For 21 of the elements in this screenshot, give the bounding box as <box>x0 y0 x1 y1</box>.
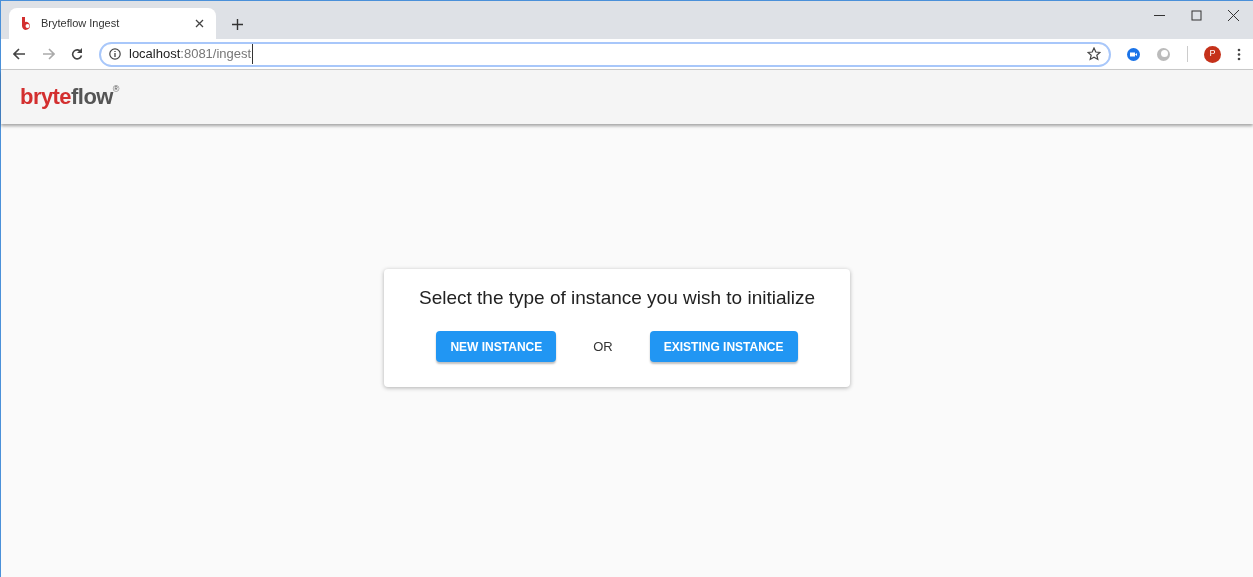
instance-button[interactable]: EXISTING INSTANCE <box>649 331 798 362</box>
menu-icon[interactable] <box>1237 47 1241 61</box>
logo-icon <box>21 16 33 31</box>
profile-avatar[interactable]: P <box>1204 45 1221 63</box>
browser-tab[interactable]: Bryteflow Ingest <box>9 8 216 39</box>
prompt-text: Select the type of instance you wish to initialize <box>418 285 816 310</box>
close-icon[interactable] <box>195 19 204 28</box>
star-icon[interactable] <box>1087 47 1101 61</box>
maximize-icon[interactable] <box>1191 10 1202 21</box>
logo: bryteflow® <box>20 83 119 111</box>
close-icon[interactable] <box>1228 10 1239 21</box>
separator-text: OR <box>593 337 613 356</box>
url-text: localhost:8081/ingest <box>129 44 254 64</box>
video-icon[interactable] <box>1127 47 1140 61</box>
info-icon <box>109 48 121 60</box>
reload-icon[interactable] <box>71 48 83 60</box>
address-bar[interactable]: localhost:8081/ingest <box>99 41 1111 67</box>
new-tab-icon[interactable] <box>232 19 243 30</box>
instance-button[interactable]: NEW INSTANCE <box>436 331 557 362</box>
back-icon[interactable] <box>13 48 26 60</box>
tab-title: Bryteflow Ingest <box>41 16 121 32</box>
